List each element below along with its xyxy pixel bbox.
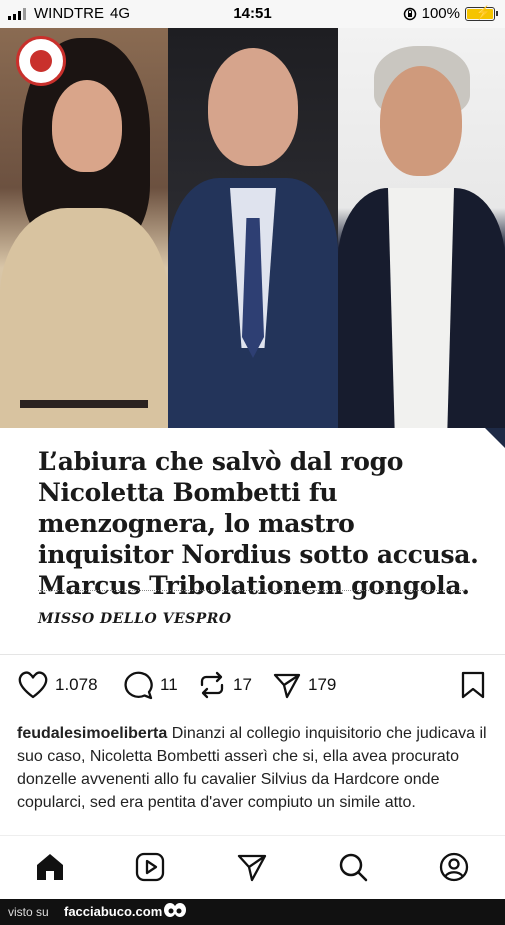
status-bar: WINDTRE 4G 14:51 100% ⚡ xyxy=(0,0,505,28)
bottom-nav xyxy=(0,835,505,900)
search-icon xyxy=(339,853,368,882)
watermark-prefix: visto su xyxy=(8,905,49,919)
comment-icon xyxy=(124,671,153,700)
nav-home[interactable] xyxy=(34,851,66,888)
like-button[interactable]: 1.078 xyxy=(17,670,98,700)
nav-search[interactable] xyxy=(337,851,369,888)
photo-grey-haired-man xyxy=(338,28,505,428)
share-button[interactable]: 179 xyxy=(272,670,336,700)
page-fold xyxy=(485,428,505,448)
article-headline: L’abiura che salvò dal rogo Nicoletta Bo… xyxy=(38,447,479,600)
caption-username[interactable]: feudalesimoeliberta xyxy=(17,725,167,742)
repost-count: 17 xyxy=(233,675,252,694)
photo-elderly-man xyxy=(168,28,338,428)
eyes-logo-icon xyxy=(164,903,186,917)
brand-logo xyxy=(16,36,66,86)
send-icon xyxy=(237,854,267,882)
share-count: 179 xyxy=(308,675,337,694)
like-count: 1.078 xyxy=(55,675,98,694)
home-icon xyxy=(37,854,63,880)
nav-profile[interactable] xyxy=(438,851,470,888)
save-button[interactable] xyxy=(459,670,487,700)
post-caption: feudalesimoeliberta Dinanzi al collegio … xyxy=(17,722,492,814)
battery-percent: 100% xyxy=(421,5,460,22)
bookmark-icon xyxy=(461,671,485,699)
divider xyxy=(38,590,465,591)
repost-icon xyxy=(200,671,224,699)
comment-button[interactable]: 11 xyxy=(122,670,178,700)
repost-button[interactable]: 17 xyxy=(197,670,252,700)
photo-woman xyxy=(0,28,168,428)
orientation-lock-icon xyxy=(403,7,416,20)
post-image[interactable] xyxy=(0,28,505,428)
send-icon xyxy=(273,673,301,699)
post-actions: 1.078 11 17 179 xyxy=(0,664,505,708)
article-byline: MISSO DELLO VESPRO xyxy=(38,611,232,627)
profile-icon xyxy=(439,852,469,882)
battery-icon: ⚡ xyxy=(465,5,498,21)
reels-icon xyxy=(135,852,165,882)
watermark-brand[interactable]: facciabuco.com xyxy=(64,904,162,919)
article-card: L’abiura che salvò dal rogo Nicoletta Bo… xyxy=(0,428,505,655)
comment-count: 11 xyxy=(160,675,178,694)
heart-icon xyxy=(18,671,48,699)
nav-reels[interactable] xyxy=(134,851,166,888)
watermark-bar: visto su facciabuco.com xyxy=(0,899,505,925)
nav-direct[interactable] xyxy=(236,851,268,888)
